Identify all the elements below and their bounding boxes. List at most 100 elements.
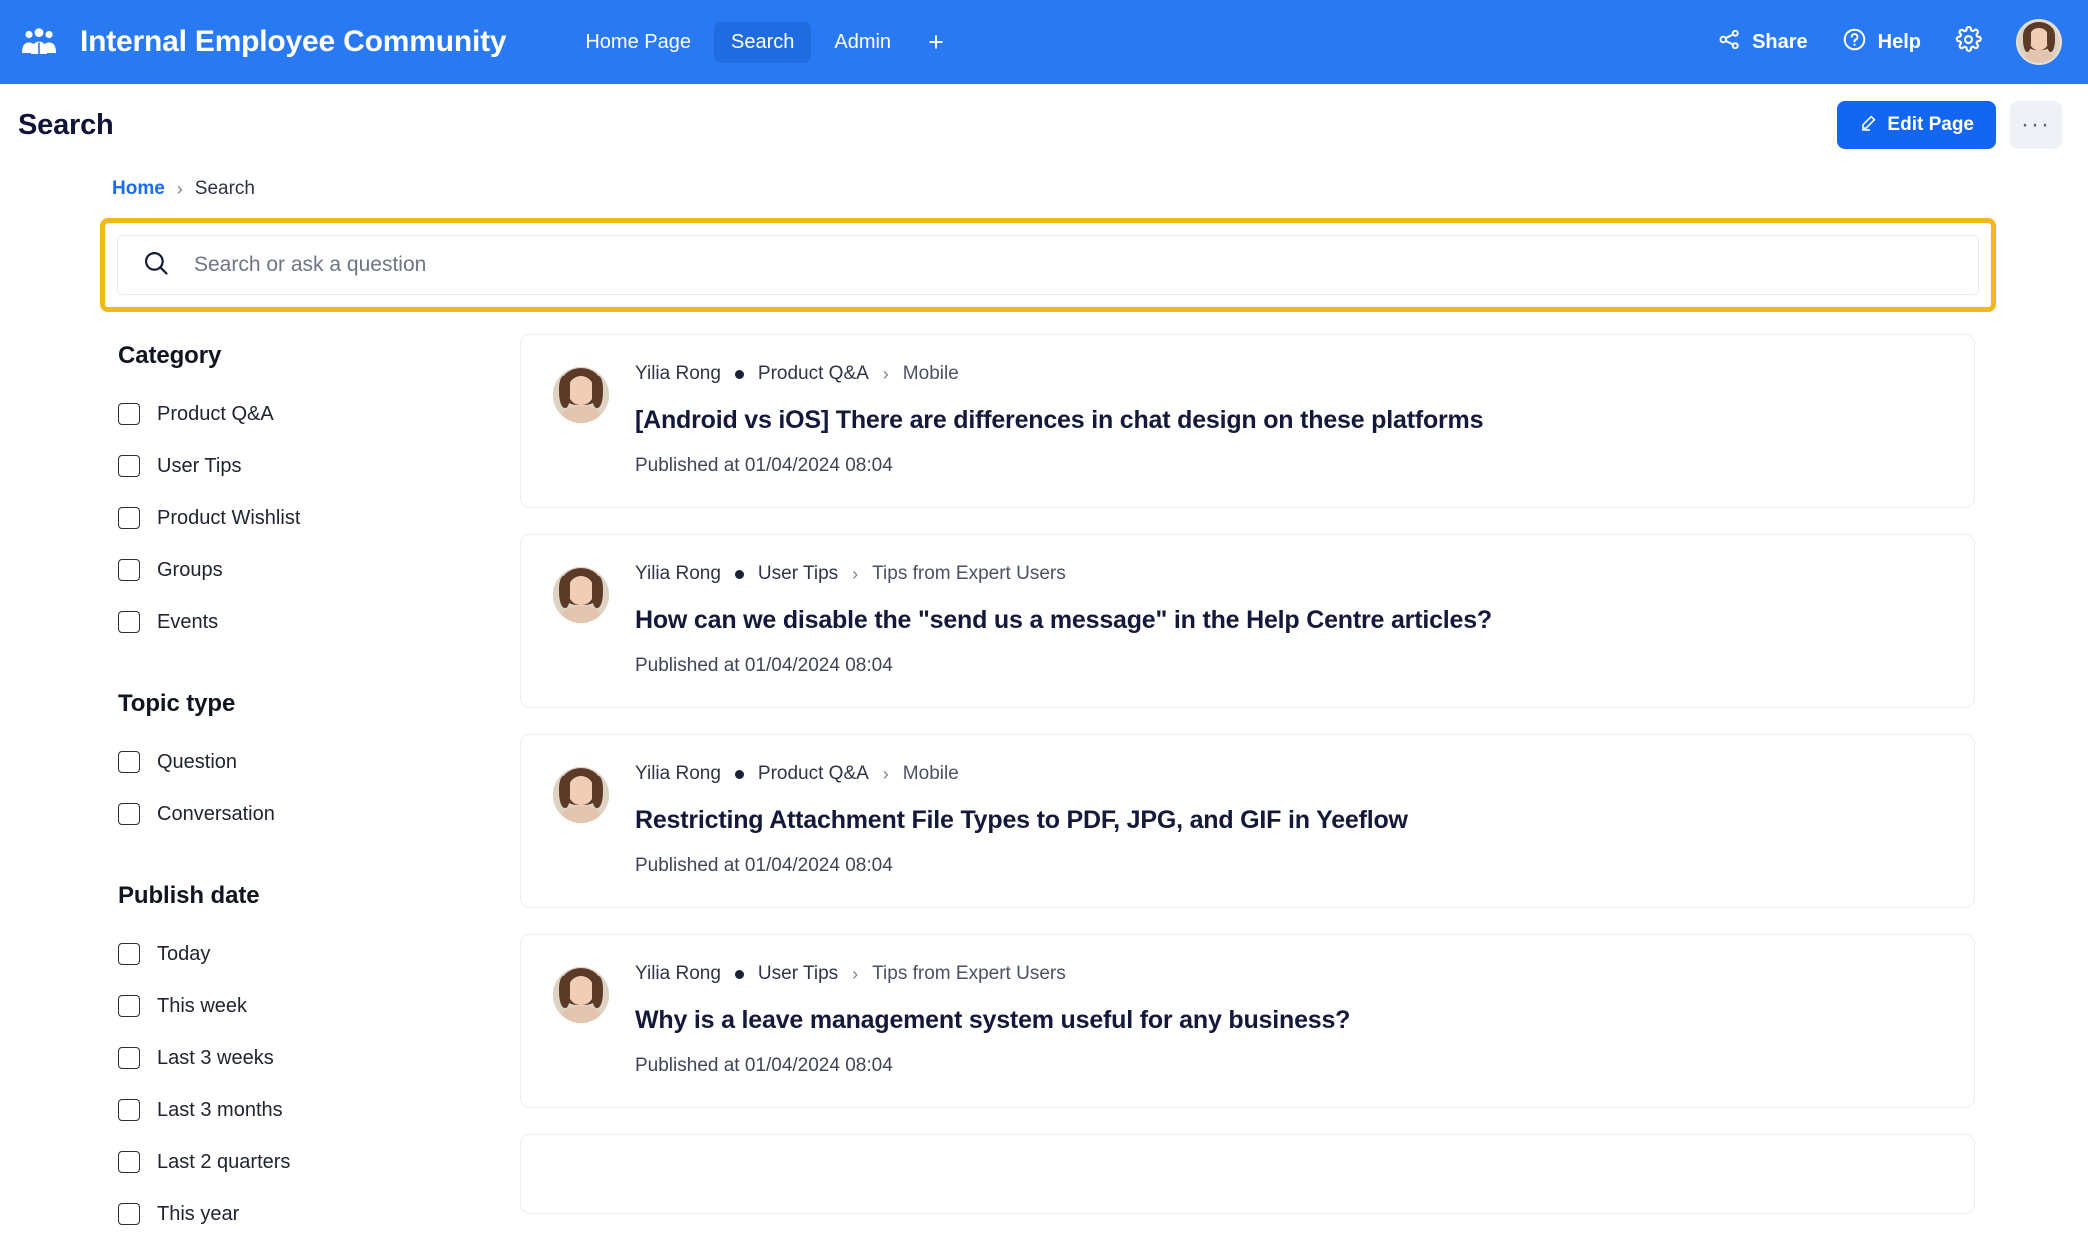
checkbox-icon[interactable] — [118, 1099, 140, 1121]
more-options-button[interactable]: ··· — [2010, 101, 2062, 149]
result-published-date: Published at 01/04/2024 08:04 — [635, 855, 893, 876]
filter-option-label: Today — [157, 942, 211, 965]
separator-dot-icon — [734, 969, 744, 979]
settings-button[interactable] — [1955, 25, 1982, 58]
filter-option-this-week[interactable]: This week — [118, 980, 520, 1032]
filter-option-label: Last 2 quarters — [157, 1150, 291, 1173]
checkbox-icon[interactable] — [118, 803, 140, 825]
checkbox-icon[interactable] — [118, 1203, 140, 1225]
result-title[interactable]: [Android vs iOS] There are differences i… — [635, 405, 1942, 435]
edit-page-button[interactable]: Edit Page — [1837, 101, 1996, 149]
avatar — [553, 367, 609, 423]
breadcrumb-current: Search — [194, 178, 255, 199]
filter-option-label: Product Wishlist — [157, 506, 301, 529]
app-title: Internal Employee Community — [80, 25, 507, 58]
result-card-body: Yilia Rong User Tips › Tips from Expert … — [635, 963, 1942, 1077]
result-author: Yilia Rong — [635, 963, 721, 984]
result-card-body: Yilia Rong Product Q&A › Mobile [Android… — [635, 363, 1942, 477]
filter-option-last-3-months[interactable]: Last 3 months — [118, 1084, 520, 1136]
result-meta: Yilia Rong User Tips › Tips from Expert … — [635, 563, 1942, 585]
breadcrumb: Home › Search — [0, 166, 2088, 212]
filter-option-product-wishlist[interactable]: Product Wishlist — [118, 492, 520, 544]
result-author: Yilia Rong — [635, 363, 721, 384]
user-avatar[interactable] — [2016, 19, 2062, 65]
filter-title-publish-date: Publish date — [118, 882, 260, 909]
result-card[interactable]: Yilia Rong Product Q&A › Mobile [Android… — [520, 334, 1975, 508]
result-card[interactable]: Yilia Rong User Tips › Tips from Expert … — [520, 934, 1975, 1108]
filter-option-label: Last 3 weeks — [157, 1046, 274, 1069]
help-circle-icon — [1842, 27, 1867, 58]
checkbox-icon[interactable] — [118, 1151, 140, 1173]
filter-option-question[interactable]: Question — [118, 736, 520, 788]
filter-option-conversation[interactable]: Conversation — [118, 788, 520, 840]
search-box[interactable]: Search or ask a question — [117, 235, 1979, 295]
search-input[interactable]: Search or ask a question — [194, 253, 426, 277]
checkbox-icon[interactable] — [118, 751, 140, 773]
checkbox-icon[interactable] — [118, 611, 140, 633]
result-title[interactable]: Why is a leave management system useful … — [635, 1005, 1942, 1035]
page-header: Search Edit Page ··· — [0, 84, 2088, 166]
checkbox-icon[interactable] — [118, 403, 140, 425]
chevron-right-icon: › — [176, 178, 183, 199]
filter-option-label: User Tips — [157, 454, 242, 477]
result-subcategory[interactable]: Mobile — [903, 763, 959, 785]
filter-option-last-2-quarters[interactable]: Last 2 quarters — [118, 1136, 520, 1188]
result-subcategory[interactable]: Mobile — [903, 363, 959, 385]
result-category[interactable]: Product Q&A — [758, 763, 869, 785]
checkbox-icon[interactable] — [118, 559, 140, 581]
edit-page-label: Edit Page — [1887, 114, 1974, 135]
avatar — [553, 567, 609, 623]
page-title: Search — [18, 108, 114, 141]
avatar — [553, 767, 609, 823]
filter-option-product-qa[interactable]: Product Q&A — [118, 388, 520, 440]
result-author: Yilia Rong — [635, 563, 721, 584]
filter-option-user-tips[interactable]: User Tips — [118, 440, 520, 492]
avatar — [553, 967, 609, 1023]
nav-tabs: Home Page Search Admin + — [568, 21, 958, 63]
result-meta: Yilia Rong User Tips › Tips from Expert … — [635, 963, 1942, 985]
top-bar-actions: Share Help — [1718, 19, 2062, 65]
nav-tab-search[interactable]: Search — [713, 21, 812, 63]
result-card[interactable]: Yilia Rong Product Q&A › Mobile Restrict… — [520, 734, 1975, 908]
checkbox-icon[interactable] — [118, 455, 140, 477]
filter-option-events[interactable]: Events — [118, 596, 520, 648]
filter-group-publish-date: Publish date Today This week Last 3 week… — [118, 882, 520, 1240]
filter-option-label: Question — [157, 750, 238, 773]
nav-tab-admin[interactable]: Admin — [817, 22, 908, 63]
result-category[interactable]: User Tips — [758, 963, 838, 985]
people-group-icon — [18, 21, 60, 63]
filter-option-this-year[interactable]: This year — [118, 1188, 520, 1240]
result-category[interactable]: Product Q&A — [758, 363, 869, 385]
checkbox-icon[interactable] — [118, 1047, 140, 1069]
checkbox-icon[interactable] — [118, 507, 140, 529]
result-subcategory[interactable]: Tips from Expert Users — [872, 563, 1066, 585]
search-field-highlight: Search or ask a question — [100, 218, 1996, 312]
filter-option-today[interactable]: Today — [118, 928, 520, 980]
separator-dot-icon — [734, 769, 744, 779]
filters-sidebar: Category Product Q&A User Tips Product W… — [0, 334, 520, 1240]
checkbox-icon[interactable] — [118, 943, 140, 965]
filter-option-label: Last 3 months — [157, 1098, 283, 1121]
breadcrumb-home[interactable]: Home — [112, 178, 165, 200]
separator-dot-icon — [734, 569, 744, 579]
result-card[interactable]: Yilia Rong User Tips › Tips from Expert … — [520, 534, 1975, 708]
avatar-face — [2018, 21, 2060, 63]
filter-option-last-3-weeks[interactable]: Last 3 weeks — [118, 1032, 520, 1084]
result-category[interactable]: User Tips — [758, 563, 838, 585]
result-published-date: Published at 01/04/2024 08:04 — [635, 455, 893, 476]
result-meta: Yilia Rong Product Q&A › Mobile — [635, 763, 1942, 785]
main-columns: Category Product Q&A User Tips Product W… — [0, 334, 2088, 1240]
help-button[interactable]: Help — [1842, 27, 1921, 58]
filter-option-groups[interactable]: Groups — [118, 544, 520, 596]
result-card[interactable] — [520, 1134, 1975, 1214]
result-card-body: Yilia Rong User Tips › Tips from Expert … — [635, 563, 1942, 677]
checkbox-icon[interactable] — [118, 995, 140, 1017]
result-title[interactable]: Restricting Attachment File Types to PDF… — [635, 805, 1942, 835]
filter-title-category: Category — [118, 342, 222, 369]
separator-dot-icon — [734, 369, 744, 379]
nav-tab-home-page[interactable]: Home Page — [568, 22, 708, 63]
share-button[interactable]: Share — [1718, 28, 1808, 57]
result-subcategory[interactable]: Tips from Expert Users — [872, 963, 1066, 985]
add-tab-button[interactable]: + — [914, 25, 958, 60]
result-title[interactable]: How can we disable the "send us a messag… — [635, 605, 1942, 635]
